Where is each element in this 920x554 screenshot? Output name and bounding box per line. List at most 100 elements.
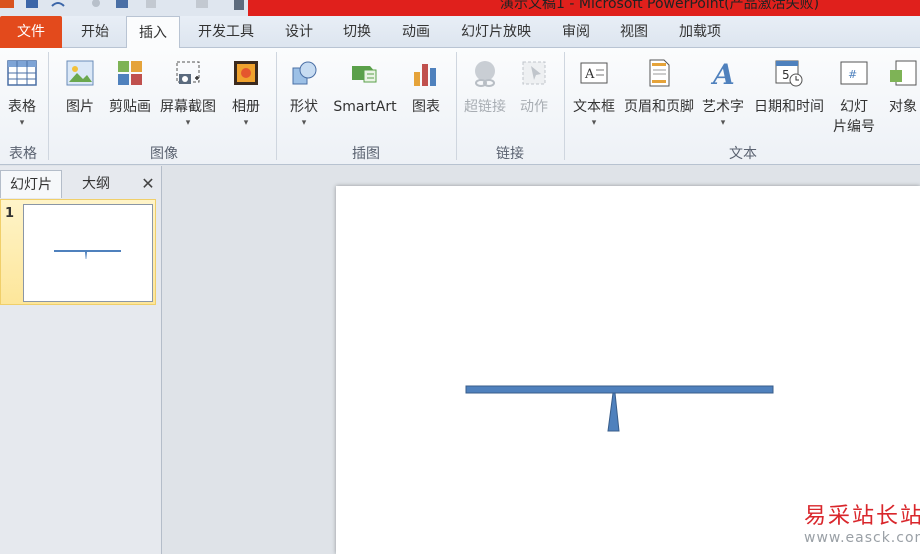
ribbon-tab-row: 文件 开始 插入 开发工具 设计 切换 动画 幻灯片放映 审阅 视图 加载项 [0, 16, 920, 49]
redo-icon [92, 0, 100, 7]
datetime-button[interactable]: 5 日期和时间 [750, 48, 828, 138]
tab-developer[interactable]: 开发工具 [184, 16, 268, 48]
hyperlink-label: 超链接 [464, 99, 506, 115]
title-bar: 演示文稿1 - Microsoft PowerPoint(产品激活失败) [0, 0, 920, 16]
picture-label: 图片 [66, 99, 94, 115]
clipart-icon [118, 61, 142, 85]
group-label-illustrations: 插图 [352, 146, 380, 162]
group-divider [456, 52, 457, 160]
textbox-button[interactable]: A 文本框 ▾ [568, 48, 620, 138]
group-label-text: 文本 [729, 146, 757, 162]
object-label: 对象 [889, 99, 917, 115]
wordart-button[interactable]: A 艺术字 ▾ [698, 48, 748, 138]
chevron-down-icon: ▾ [243, 118, 249, 128]
header-footer-icon [649, 59, 670, 87]
ribbon-insert: 表格 ▾ 表格 图片 剪贴画 屏幕截图 ▾ 相册 ▾ 图像 形状 ▾ Smart… [0, 48, 920, 165]
close-panel-icon[interactable]: ✕ [134, 170, 162, 198]
group-divider [48, 52, 49, 160]
picture-icon [66, 60, 94, 86]
group-divider [564, 52, 565, 160]
new-icon [116, 0, 128, 8]
group-label-links: 链接 [496, 146, 524, 162]
quick-access-toolbar[interactable] [0, 0, 248, 12]
slide-thumbnail-row[interactable]: 1 [0, 199, 156, 305]
seesaw-fulcrum[interactable] [607, 392, 620, 432]
slide-thumbnail[interactable] [23, 204, 153, 302]
chevron-down-icon: ▾ [301, 118, 307, 128]
hyperlink-icon [475, 61, 495, 87]
watermark-url: www.easck.com [804, 530, 920, 546]
screenshot-label: 屏幕截图 [160, 99, 216, 115]
svg-text:A: A [710, 58, 735, 88]
chevron-down-icon: ▾ [185, 118, 191, 128]
album-button[interactable]: 相册 ▾ [222, 48, 270, 138]
slide-number-label-line2: 片编号 [833, 119, 875, 135]
svg-text:A: A [584, 67, 595, 82]
tab-transitions[interactable]: 切换 [330, 16, 384, 48]
slide-number-label-line1: 幻灯 [840, 99, 868, 115]
print-icon [196, 0, 208, 8]
shapes-label: 形状 [290, 99, 318, 115]
customize-toolbar-icon [234, 0, 244, 10]
watermark: 易采站长站 www.easck.com [790, 496, 920, 554]
panel-tabs: 幻灯片 大纲 ✕ [0, 170, 162, 198]
header-footer-label: 页眉和页脚 [624, 99, 694, 115]
thumb-fulcrum [85, 252, 87, 259]
watermark-text: 易采站长站 [804, 504, 920, 529]
object-icon [890, 60, 917, 86]
slide-number: 1 [5, 206, 15, 221]
textbox-icon: A [580, 62, 608, 84]
tab-slides-panel[interactable]: 幻灯片 [0, 170, 62, 198]
tab-slideshow[interactable]: 幻灯片放映 [446, 16, 546, 48]
clipart-label: 剪贴画 [109, 99, 151, 115]
chevron-down-icon: ▾ [720, 118, 726, 128]
chart-button[interactable]: 图表 [404, 48, 448, 138]
chevron-down-icon: ▾ [591, 118, 597, 128]
save-icon [26, 0, 38, 8]
calendar-clock-icon: 5 [775, 60, 803, 87]
photo-album-icon [234, 61, 258, 85]
header-footer-button[interactable]: 页眉和页脚 [622, 48, 696, 138]
tab-animations[interactable]: 动画 [390, 16, 442, 48]
screenshot-button[interactable]: 屏幕截图 ▾ [156, 48, 220, 138]
table-icon [7, 60, 37, 86]
screenshot-icon [176, 61, 200, 84]
svg-text:#: # [848, 68, 857, 81]
datetime-label: 日期和时间 [754, 99, 824, 115]
wordart-icon: A [710, 58, 735, 88]
wordart-label: 艺术字 [702, 99, 744, 115]
action-button[interactable]: 动作 [512, 48, 556, 138]
tab-insert[interactable]: 插入 [126, 16, 180, 49]
textbox-label: 文本框 [573, 99, 615, 115]
undo-icon [51, 2, 65, 7]
tab-addins[interactable]: 加载项 [666, 16, 734, 48]
shapes-button[interactable]: 形状 ▾ [282, 48, 326, 138]
hyperlink-button[interactable]: 超链接 [460, 48, 510, 138]
group-divider [276, 52, 277, 160]
tab-review[interactable]: 审阅 [550, 16, 602, 48]
chevron-down-icon: ▾ [19, 118, 25, 128]
chart-label: 图表 [412, 99, 440, 115]
clipart-button[interactable]: 剪贴画 [106, 48, 154, 138]
table-button[interactable]: 表格 ▾ [0, 48, 44, 138]
smartart-button[interactable]: SmartArt [330, 48, 400, 138]
picture-button[interactable]: 图片 [56, 48, 104, 138]
slides-panel: 幻灯片 大纲 ✕ 1 [0, 166, 162, 554]
window-title: 演示文稿1 - Microsoft PowerPoint(产品激活失败) [500, 0, 820, 12]
group-label-tables: 表格 [9, 146, 37, 162]
tab-view[interactable]: 视图 [606, 16, 662, 48]
action-label: 动作 [520, 99, 548, 115]
chart-icon [414, 64, 436, 86]
thumb-plank [54, 250, 121, 252]
seesaw-plank[interactable] [465, 385, 774, 394]
slide-thumbnail-preview [54, 250, 121, 259]
tab-outline-panel[interactable]: 大纲 [64, 170, 128, 198]
action-icon [522, 61, 546, 85]
tab-file[interactable]: 文件 [0, 16, 62, 48]
tab-design[interactable]: 设计 [274, 16, 324, 48]
slide-number-icon: # [840, 61, 868, 85]
object-button[interactable]: 对象 [882, 48, 920, 138]
smartart-label: SmartArt [333, 99, 397, 115]
tab-home[interactable]: 开始 [66, 16, 124, 48]
album-label: 相册 [232, 99, 260, 115]
